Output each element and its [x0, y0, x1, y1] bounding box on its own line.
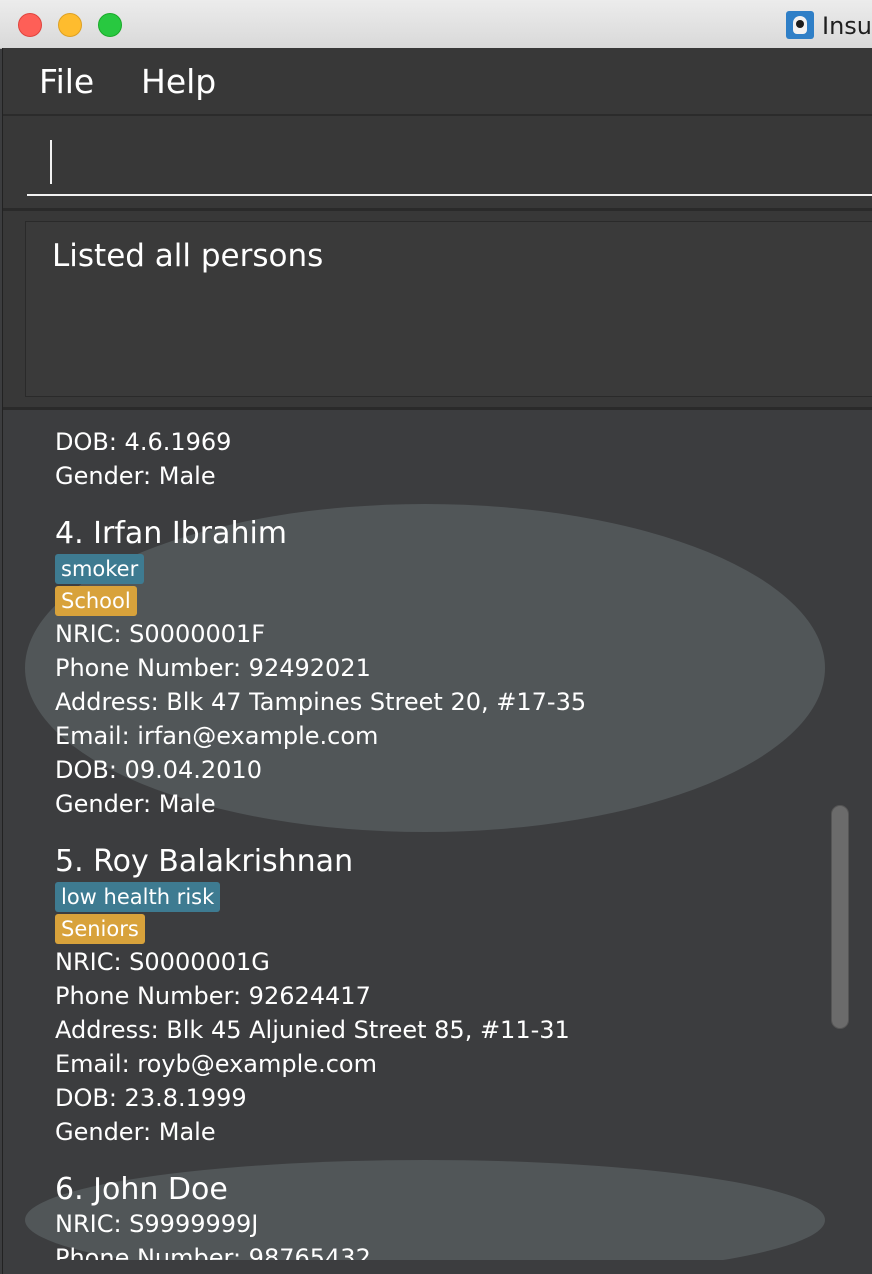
- person-address: Address: Blk 47 Tampines Street 20, #17-…: [55, 688, 587, 716]
- close-window-button[interactable]: [18, 13, 42, 37]
- title-bar: Insu: [0, 0, 872, 49]
- person-nric: NRIC: S0000001G: [55, 948, 270, 976]
- person-card[interactable]: 4. Irfan Ibrahim smoker School NRIC: S00…: [25, 504, 825, 832]
- person-email: Email: royb@example.com: [55, 1050, 377, 1078]
- person-nric: NRIC: S0000001F: [55, 620, 266, 648]
- person-nric: NRIC: S9999999J: [55, 1210, 259, 1238]
- app-icon: [786, 11, 814, 39]
- result-display: Listed all persons: [25, 221, 872, 397]
- person-tag: smoker: [55, 554, 145, 584]
- person-dob: DOB: 23.8.1999: [55, 1084, 247, 1112]
- person-address: Address: Blk 45 Aljunied Street 85, #11-…: [55, 1016, 570, 1044]
- minimize-window-button[interactable]: [58, 13, 82, 37]
- menu-bar: File Help: [3, 48, 872, 116]
- menu-help[interactable]: Help: [141, 62, 216, 101]
- person-dob: DOB: 09.04.2010: [55, 756, 262, 784]
- main-window: File Help Listed all persons DOB: 4.6.19…: [2, 48, 872, 1274]
- person-tag: low health risk: [55, 882, 221, 912]
- person-card[interactable]: DOB: 4.6.1969 Gender: Male: [25, 432, 825, 504]
- person-tag: Seniors: [55, 914, 145, 944]
- command-box-panel: [3, 116, 872, 211]
- person-phone: Phone Number: 92624417: [55, 982, 371, 1010]
- person-list-panel: DOB: 4.6.1969 Gender: Male 4. Irfan Ibra…: [3, 410, 872, 1274]
- window-title: Insu: [822, 12, 872, 40]
- person-name: 6. John Doe: [55, 1172, 228, 1207]
- person-gender: Gender: Male: [55, 790, 216, 818]
- result-message: Listed all persons: [52, 238, 324, 274]
- person-phone: Phone Number: 98765432: [55, 1244, 371, 1260]
- person-card[interactable]: 5. Roy Balakrishnan low health risk Seni…: [25, 832, 825, 1160]
- person-tag: School: [55, 586, 137, 616]
- person-email: Email: irfan@example.com: [55, 722, 379, 750]
- person-name: 5. Roy Balakrishnan: [55, 844, 354, 879]
- person-gender: Gender: Male: [55, 462, 216, 490]
- text-cursor: [50, 140, 52, 184]
- zoom-window-button[interactable]: [98, 13, 122, 37]
- scrollbar-thumb[interactable]: [831, 805, 849, 1029]
- result-display-panel: Listed all persons: [3, 211, 872, 410]
- menu-file[interactable]: File: [39, 62, 94, 101]
- person-gender: Gender: Male: [55, 1118, 216, 1146]
- command-input[interactable]: [27, 134, 872, 196]
- person-name: 4. Irfan Ibrahim: [55, 516, 288, 551]
- person-phone: Phone Number: 92492021: [55, 654, 371, 682]
- person-card[interactable]: 6. John Doe NRIC: S9999999J Phone Number…: [25, 1160, 825, 1260]
- person-list[interactable]: DOB: 4.6.1969 Gender: Male 4. Irfan Ibra…: [25, 432, 825, 1260]
- person-dob: DOB: 4.6.1969: [55, 432, 232, 456]
